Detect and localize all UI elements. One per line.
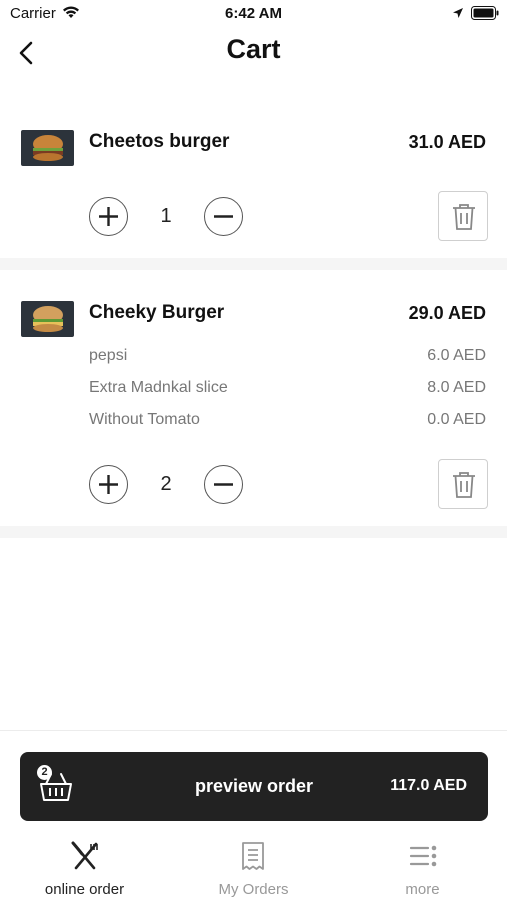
status-bar: Carrier 6:42 AM xyxy=(0,0,507,28)
fork-knife-icon xyxy=(71,841,98,870)
preview-order-button[interactable]: 2 preview order 117.0 AED xyxy=(20,752,488,821)
addon-name: Without Tomato xyxy=(89,411,200,428)
page-title: Cart xyxy=(226,34,281,64)
order-total: 117.0 AED xyxy=(390,777,467,794)
location-arrow-icon xyxy=(453,8,463,18)
addon-price: 8.0 AED xyxy=(427,379,486,396)
addon-name: Extra Madnkal slice xyxy=(89,379,228,396)
battery-icon xyxy=(471,6,499,20)
addon-price: 6.0 AED xyxy=(427,347,486,364)
quantity-value: 2 xyxy=(160,473,172,495)
tab-online-order[interactable]: online order xyxy=(0,836,169,900)
increase-quantity-button[interactable] xyxy=(89,197,128,236)
delete-item-button[interactable] xyxy=(438,459,488,509)
clock: 6:42 AM xyxy=(225,5,282,22)
plus-icon xyxy=(99,475,118,494)
tab-label: My Orders xyxy=(218,881,289,898)
trash-icon xyxy=(453,472,475,498)
divider xyxy=(0,730,507,731)
tab-bar: online order My Orders more xyxy=(0,836,507,900)
burger-thumbnail xyxy=(21,130,74,166)
minus-icon xyxy=(214,215,233,218)
item-name: Cheetos burger xyxy=(89,131,230,152)
increase-quantity-button[interactable] xyxy=(89,465,128,504)
tab-label: more xyxy=(405,881,440,898)
menu-more-icon xyxy=(409,845,437,867)
tab-my-orders[interactable]: My Orders xyxy=(169,836,338,900)
item-separator xyxy=(0,526,507,538)
trash-icon xyxy=(453,204,475,230)
quantity-value: 1 xyxy=(160,205,172,227)
decrease-quantity-button[interactable] xyxy=(204,465,243,504)
delete-item-button[interactable] xyxy=(438,191,488,241)
plus-icon xyxy=(99,207,118,226)
item-price: 31.0 AED xyxy=(408,132,486,152)
receipt-icon xyxy=(242,842,264,870)
cart-item: Cheeky Burger 29.0 AED pepsi 6.0 AED Ext… xyxy=(0,270,507,526)
cart-item: Cheetos burger 31.0 AED 1 xyxy=(0,100,507,258)
item-separator xyxy=(0,258,507,270)
nav-bar: Cart xyxy=(0,30,507,76)
burger-thumbnail xyxy=(21,301,74,337)
tab-more[interactable]: more xyxy=(338,836,507,900)
minus-icon xyxy=(214,483,233,486)
item-price: 29.0 AED xyxy=(408,303,486,323)
addon-name: pepsi xyxy=(89,347,128,364)
tab-label: online order xyxy=(44,881,125,898)
addon-price: 0.0 AED xyxy=(427,411,486,428)
item-name: Cheeky Burger xyxy=(89,302,225,323)
decrease-quantity-button[interactable] xyxy=(204,197,243,236)
